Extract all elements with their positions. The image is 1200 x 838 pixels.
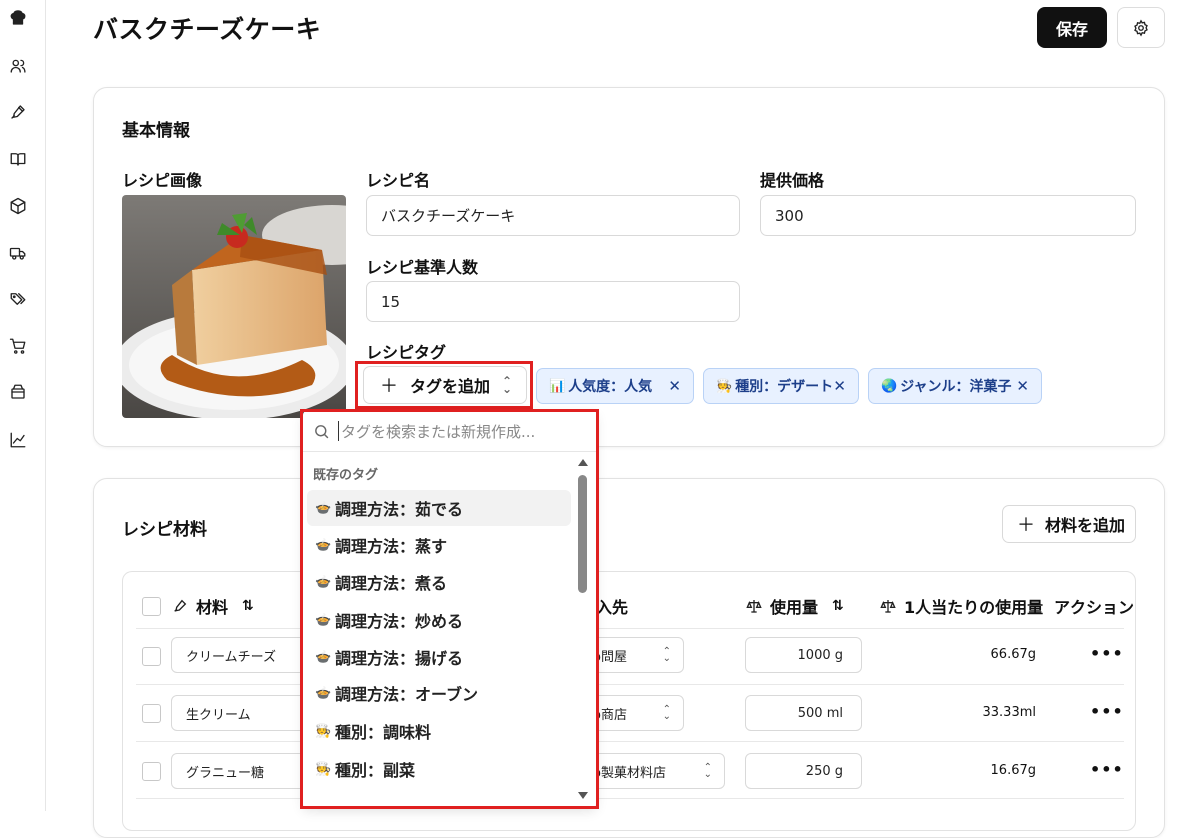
material-header[interactable]: 材料 ⇅	[172, 594, 254, 618]
truck-icon[interactable]	[8, 243, 28, 263]
tag-chip: 🧑‍🍳 種別：デザート ✕	[703, 368, 859, 404]
chart-emoji-icon: 📊	[549, 378, 566, 394]
users-icon[interactable]	[8, 56, 28, 76]
tag-chip: 🌏 ジャンル：洋菓子 ✕	[868, 368, 1042, 404]
action-header: アクション	[1054, 594, 1134, 618]
row-checkbox[interactable]	[142, 704, 161, 723]
tags-icon[interactable]	[8, 289, 28, 309]
recipe-image[interactable]	[122, 195, 346, 418]
remove-tag-icon[interactable]: ✕	[833, 377, 846, 395]
amount-input[interactable]: 1000 g	[745, 637, 862, 673]
highlight-box	[355, 361, 533, 409]
chef-hat-icon[interactable]	[8, 8, 28, 28]
row-checkbox[interactable]	[142, 762, 161, 781]
save-button[interactable]: 保存	[1037, 7, 1107, 48]
chevron-up-down-icon: ⌃ ⌄	[662, 704, 671, 722]
chevron-up-down-icon: ⌃ ⌄	[703, 762, 712, 780]
amount-header-label: 使用量	[770, 598, 819, 617]
more-actions-icon[interactable]: •••	[1090, 760, 1124, 779]
scale-icon	[880, 600, 896, 613]
remove-tag-icon[interactable]: ✕	[1016, 377, 1029, 395]
image-label: レシピ画像	[122, 171, 203, 190]
ingredient-name-input[interactable]: グラニュー糖	[171, 753, 311, 789]
per-person-header-label: 1人当たりの使用量	[904, 598, 1044, 617]
basic-info-title: 基本情報	[122, 121, 190, 141]
settings-button[interactable]	[1117, 7, 1165, 48]
highlight-box	[300, 409, 599, 809]
remove-tag-icon[interactable]: ✕	[668, 377, 681, 395]
row-divider	[136, 684, 1124, 685]
sidebar	[0, 0, 46, 811]
plus-icon: ＋	[1017, 515, 1035, 536]
servings-label: レシピ基準人数	[366, 258, 479, 277]
more-actions-icon[interactable]: •••	[1090, 702, 1124, 721]
supplier-select[interactable]: o製菓材料店 ⌃ ⌄	[580, 753, 725, 789]
amount-header[interactable]: 使用量 ⇅	[746, 594, 844, 618]
servings-input[interactable]: 15	[366, 281, 740, 322]
tray-icon[interactable]	[8, 382, 28, 402]
more-actions-icon[interactable]: •••	[1090, 644, 1124, 663]
scale-icon	[746, 600, 762, 613]
ingredient-name-input[interactable]: クリームチーズ	[171, 637, 311, 673]
per-person-value: 16.67g	[990, 763, 1036, 778]
supplier-value: o製菓材料店	[593, 765, 666, 781]
page-title: バスクチーズケーキ	[93, 15, 322, 44]
ingredients-title: レシピ材料	[122, 520, 207, 540]
sort-icon[interactable]: ⇅	[832, 598, 844, 614]
pen-icon[interactable]	[8, 102, 28, 122]
tag-chip: 📊 人気度：人気 ✕	[536, 368, 694, 404]
price-label: 提供価格	[760, 171, 825, 190]
action-header-label: アクション	[1054, 598, 1135, 617]
name-label: レシピ名	[366, 171, 431, 190]
book-icon[interactable]	[8, 149, 28, 169]
chart-icon[interactable]	[8, 430, 28, 450]
cart-icon[interactable]	[8, 336, 28, 356]
sort-icon[interactable]: ⇅	[242, 598, 254, 614]
price-input[interactable]: 300	[760, 195, 1136, 236]
chevron-up-down-icon: ⌃ ⌄	[662, 646, 671, 664]
ingredient-name-input[interactable]: 生クリーム	[171, 695, 311, 731]
per-person-value: 66.67g	[990, 647, 1036, 662]
tags-label: レシピタグ	[366, 343, 447, 362]
row-divider	[136, 798, 1124, 799]
material-header-label: 材料	[196, 598, 229, 617]
supplier-header-label: 入先	[596, 598, 629, 617]
tag-chip-label: 種別：デザート	[735, 379, 834, 395]
tag-chip-label: 人気度：人気	[568, 379, 653, 395]
select-all-checkbox[interactable]	[142, 597, 161, 616]
supplier-header[interactable]: 入先	[596, 594, 628, 618]
header-divider	[136, 628, 1124, 629]
amount-input[interactable]: 250 g	[745, 753, 862, 789]
add-ingredient-label: 材料を追加	[1045, 516, 1126, 535]
row-divider	[136, 741, 1124, 742]
globe-emoji-icon: 🌏	[881, 378, 898, 394]
gear-icon	[1134, 18, 1148, 37]
row-checkbox[interactable]	[142, 647, 161, 666]
recipe-name-input[interactable]: バスクチーズケーキ	[366, 195, 740, 236]
pen-icon	[174, 599, 187, 612]
per-person-header: 1人当たりの使用量	[880, 594, 1043, 618]
add-ingredient-button[interactable]: ＋ 材料を追加	[1002, 505, 1136, 543]
amount-input[interactable]: 500 ml	[745, 695, 862, 731]
box-icon[interactable]	[8, 196, 28, 216]
chef-emoji-icon: 🧑‍🍳	[716, 378, 733, 394]
tag-chip-label: ジャンル：洋菓子	[900, 379, 1012, 395]
per-person-value: 33.33ml	[982, 705, 1037, 720]
